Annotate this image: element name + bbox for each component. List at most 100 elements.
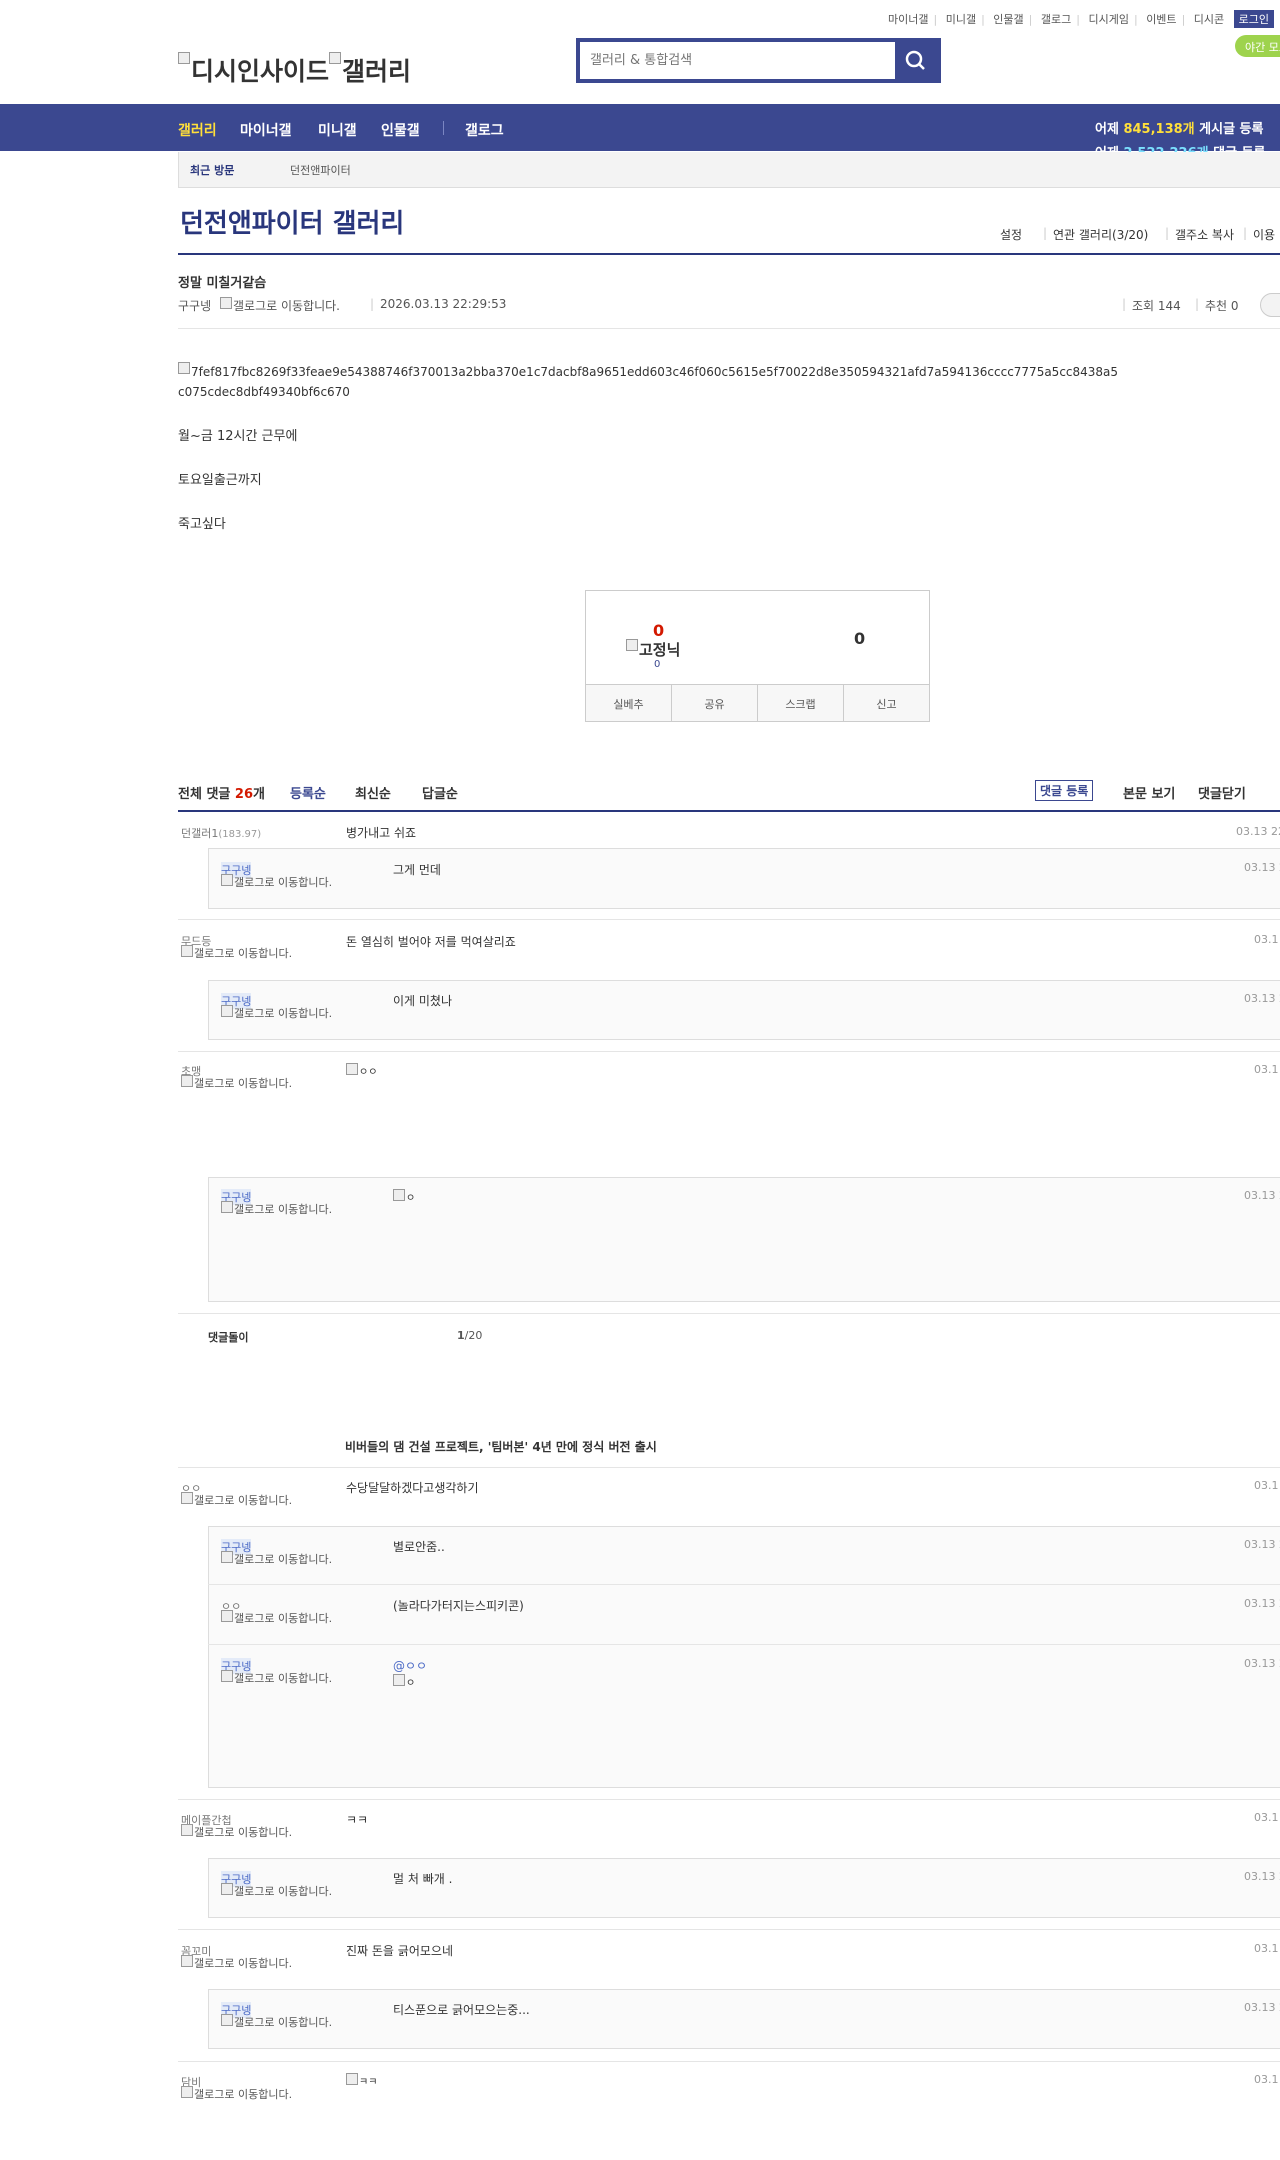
gallog-link[interactable]: 갤로그로 이동합니다.	[181, 1955, 311, 1971]
comment-write-button[interactable]: 댓글 등록	[1035, 780, 1094, 801]
gnb-item-minor[interactable]: 마이너갤	[240, 120, 292, 140]
comment-text: ㅋㅋ	[346, 1813, 369, 1827]
gallog-link[interactable]: 갤로그로 이동합니다.	[181, 1075, 311, 1091]
comment-count-label: 전체 댓글 26개	[178, 787, 265, 802]
reply-text: 이게 미쳤나	[393, 994, 453, 1008]
comment-bot-label[interactable]: 댓글돌이	[208, 1329, 248, 1345]
gnb-item-gallery[interactable]: 갤러리	[178, 120, 217, 140]
reply-mention[interactable]: @ㅇㅇ	[393, 1657, 427, 1674]
report-button[interactable]: 신고	[844, 685, 929, 721]
gallog-link[interactable]: 갤로그로 이동합니다.	[221, 1670, 351, 1686]
gallog-link[interactable]: 갤로그로 이동합니다.	[181, 2086, 311, 2102]
util-link[interactable]: 인물갤	[993, 11, 1023, 27]
divider	[178, 1313, 1280, 1314]
downvote-count[interactable]: 0	[854, 629, 865, 648]
gallog-link[interactable]: 갤로그로 이동합니다.	[181, 945, 311, 961]
reply-box	[208, 1989, 1280, 2049]
login-button[interactable]: 로그인	[1233, 10, 1275, 28]
more-button[interactable]	[1260, 293, 1280, 317]
best-recommend-button[interactable]: 실베추	[586, 685, 672, 721]
copy-url-link[interactable]: 갤주소 복사	[1175, 226, 1234, 243]
gallog-link[interactable]: 갤로그로 이동합니다.	[221, 1883, 351, 1899]
gallery-title[interactable]: 던전앤파이터 갤러리	[180, 203, 404, 240]
gallog-link[interactable]: 갤로그로 이동합니다.	[181, 1492, 311, 1508]
post-line: 월~금 12시간 근무에	[178, 429, 298, 444]
gallery-settings-link[interactable]: 설정	[1000, 226, 1022, 243]
stat-posts: 어제 845,138개 게시글 등록	[1095, 122, 1264, 137]
dccon-image: ㅇ	[393, 1189, 415, 1204]
recent-visit-label: 최근 방문	[190, 164, 235, 177]
dccon-image: ㅋㅋ	[346, 2073, 377, 2088]
view-post-button[interactable]: 본문 보기	[1123, 783, 1175, 802]
sort-registered[interactable]: 등록순	[290, 783, 326, 802]
comment-header-line	[178, 810, 1280, 812]
night-mode-button[interactable]: 야간 모드	[1235, 35, 1280, 57]
reply-text: (놀라다가터지는스피키콘)	[393, 1599, 524, 1613]
post-author[interactable]: 구구넹	[178, 297, 211, 314]
comment-time: 03.13 22:	[1236, 825, 1280, 838]
comment-time: 03.1	[1254, 2073, 1279, 2086]
search-bar	[576, 38, 941, 83]
gallog-link[interactable]: 갤로그로 이동합니다.	[221, 1005, 351, 1021]
gallog-link[interactable]: 갤로그로 이동합니다.	[221, 1551, 351, 1567]
util-link[interactable]: 갤로그	[1041, 11, 1071, 27]
reply-time: 03.13 2	[1244, 1189, 1280, 1202]
search-icon	[905, 50, 925, 70]
reply-box	[208, 980, 1280, 1040]
util-link[interactable]: 디시콘	[1194, 11, 1224, 27]
reply-time: 03.13 2	[1244, 1538, 1280, 1551]
comment-text: 병가내고 쉬죠	[346, 826, 417, 840]
util-link[interactable]: 디시게임	[1088, 11, 1128, 27]
post-views: 조회 144	[1132, 299, 1181, 313]
reply-time: 03.13 2	[1244, 2001, 1280, 2014]
gnb-item-mini[interactable]: 미니갤	[318, 120, 357, 140]
comment-time: 03.1	[1254, 1479, 1279, 1492]
post-line: 죽고싶다	[178, 517, 226, 532]
recent-visit-item[interactable]: 던전앤파이터	[290, 162, 351, 178]
search-input[interactable]	[580, 42, 896, 79]
scrap-button[interactable]: 스크랩	[758, 685, 844, 721]
gallog-link[interactable]: 갤로그로 이동합니다.	[181, 1824, 311, 1840]
post-recommend: 추천 0	[1205, 299, 1239, 313]
sort-latest[interactable]: 최신순	[355, 783, 391, 802]
divider	[208, 1644, 1280, 1645]
gallog-link[interactable]: 갤로그로 이동합니다.	[220, 297, 340, 314]
reply-box	[208, 848, 1280, 909]
util-link[interactable]: 마이너갤	[888, 11, 928, 27]
related-gallery-link[interactable]: 연관 갤러리(3/20)	[1053, 226, 1148, 243]
dccon-image: ㅇㅇ	[346, 1063, 377, 1078]
share-button[interactable]: 공유	[672, 685, 758, 721]
gallog-link[interactable]: 갤로그로 이동합니다.	[221, 2014, 351, 2030]
reply-time: 03.13 2	[1244, 992, 1280, 1005]
ad-headline[interactable]: 비버들의 댐 건설 프로젝트, '팀버본' 4년 만에 정식 버전 출시	[345, 1438, 657, 1455]
reply-time: 03.13 2	[1244, 861, 1280, 874]
upvote-count[interactable]: 0	[653, 621, 664, 640]
fixed-nick-count: 0	[654, 659, 661, 670]
divider	[178, 1051, 1280, 1052]
gallog-link[interactable]: 갤로그로 이동합니다.	[221, 1201, 351, 1217]
gnb-item-person[interactable]: 인물갤	[381, 120, 420, 140]
reply-text: 티스푼으로 긁어모으는중...	[393, 2003, 530, 2017]
comment-pager: 1/20	[457, 1329, 483, 1342]
reply-time: 03.13 2	[1244, 1870, 1280, 1883]
divider: |	[1195, 297, 1200, 311]
util-link[interactable]: 이벤트	[1146, 11, 1176, 27]
sort-replies[interactable]: 답글순	[422, 783, 458, 802]
divider: |	[1043, 226, 1048, 240]
util-link[interactable]: 미니갤	[946, 11, 976, 27]
divider: |	[370, 297, 375, 311]
usage-link[interactable]: 이용	[1253, 226, 1275, 243]
reply-text: 멀 처 빠개 .	[393, 1872, 453, 1886]
site-logo[interactable]: 디시인사이드 갤러리	[178, 40, 411, 88]
gallog-link[interactable]: 갤로그로 이동합니다.	[221, 874, 351, 890]
divider: |	[1165, 226, 1170, 240]
reply-time: 03.13 2	[1244, 1657, 1280, 1670]
gallog-link[interactable]: 갤로그로 이동합니다.	[221, 1610, 351, 1626]
comment-text: 진짜 돈을 긁어모으네	[346, 1944, 453, 1958]
comment-nick[interactable]: 던갤러1(183.97)	[181, 825, 261, 841]
gnb-item-gallog[interactable]: 갤로그	[465, 120, 504, 140]
search-button[interactable]	[895, 42, 937, 79]
divider: |	[1122, 297, 1127, 311]
divider	[178, 919, 1280, 920]
close-comments-button[interactable]: 댓글닫기	[1198, 783, 1246, 802]
